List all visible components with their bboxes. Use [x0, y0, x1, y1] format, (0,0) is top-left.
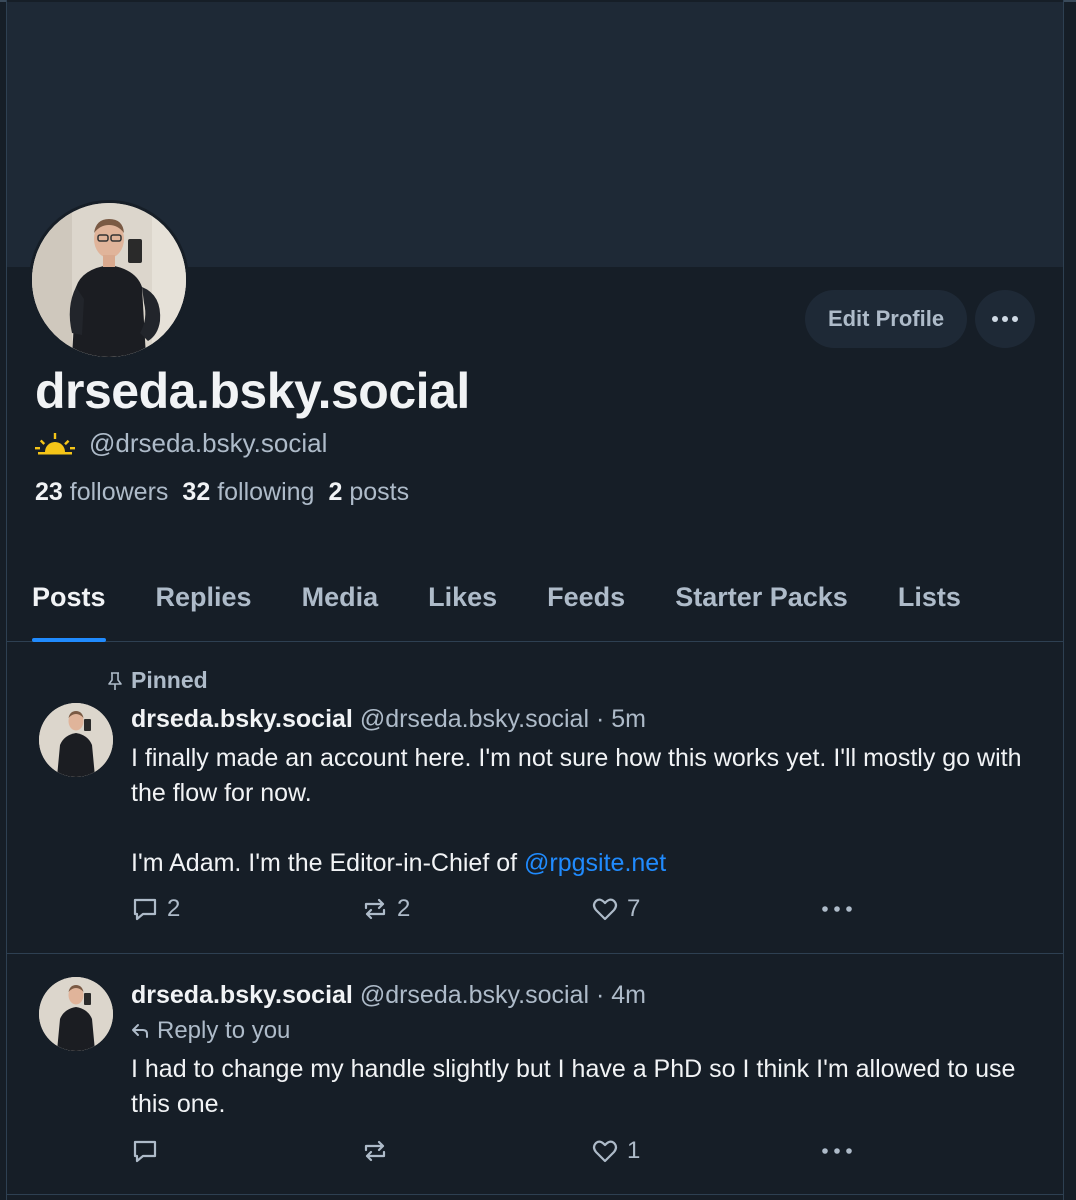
profile-handle-row: @drseda.bsky.social — [35, 428, 327, 459]
post-author-handle[interactable]: @drseda.bsky.social — [360, 705, 589, 733]
reply-to-label: Reply to you — [157, 1017, 291, 1044]
profile-display-name: drseda.bsky.social — [35, 363, 470, 419]
heart-icon — [591, 895, 619, 923]
reply-arrow-icon — [131, 1023, 149, 1039]
post-actions: 1 — [131, 1137, 871, 1171]
like-count: 7 — [627, 895, 641, 922]
repost-icon — [361, 1137, 389, 1165]
post-menu-button[interactable] — [821, 1147, 853, 1155]
reply-count: 2 — [167, 895, 181, 922]
followers-stat[interactable]: 23 followers — [35, 478, 168, 507]
edit-profile-button[interactable]: Edit Profile — [805, 290, 967, 348]
heart-icon — [591, 1137, 619, 1165]
tab-starter-packs[interactable]: Starter Packs — [650, 572, 873, 642]
profile-handle: @drseda.bsky.social — [89, 428, 328, 458]
post-author-avatar[interactable] — [39, 977, 113, 1051]
tab-media[interactable]: Media — [277, 572, 404, 642]
ellipsis-icon — [821, 905, 853, 913]
post-timestamp[interactable]: · 4m — [596, 981, 646, 1009]
profile-stats: 23 followers 32 following 2 posts — [35, 478, 409, 507]
post-author-avatar[interactable] — [39, 703, 113, 777]
pinned-label: Pinned — [131, 667, 208, 693]
post-text-paragraph: I finally made an account here. I'm not … — [131, 744, 1022, 807]
tab-replies[interactable]: Replies — [131, 572, 277, 642]
post-actions: 2 2 7 — [131, 895, 871, 929]
mention-link[interactable]: @rpgsite.net — [524, 849, 666, 877]
reply-button[interactable] — [131, 1137, 167, 1165]
posts-stat: 2 posts — [328, 478, 410, 506]
profile-column: Edit Profile drseda.bsky.social @drseda.… — [6, 0, 1064, 1200]
tab-likes[interactable]: Likes — [403, 572, 522, 642]
comment-icon — [131, 1137, 159, 1165]
post-author-handle[interactable]: @drseda.bsky.social — [360, 981, 589, 1009]
reply-context[interactable]: Reply to you — [131, 1017, 290, 1045]
like-button[interactable]: 7 — [591, 895, 640, 923]
repost-button[interactable]: 2 — [361, 895, 410, 923]
post-author-name[interactable]: drseda.bsky.social — [131, 705, 353, 733]
ellipsis-icon — [991, 315, 1019, 323]
repost-icon — [361, 895, 389, 923]
pinned-indicator: Pinned — [107, 667, 208, 694]
repost-count: 2 — [397, 895, 411, 922]
tab-feeds[interactable]: Feeds — [522, 572, 650, 642]
repost-button[interactable] — [361, 1137, 397, 1165]
profile-avatar[interactable] — [29, 200, 189, 360]
post-header: drseda.bsky.social @drseda.bsky.social ·… — [131, 981, 646, 1010]
app-frame: Edit Profile drseda.bsky.social @drseda.… — [0, 0, 1076, 1200]
pin-icon — [107, 671, 123, 691]
post-header: drseda.bsky.social @drseda.bsky.social ·… — [131, 705, 646, 734]
reply-button[interactable]: 2 — [131, 895, 180, 923]
like-count: 1 — [627, 1137, 641, 1164]
profile-tabs: Posts Replies Media Likes Feeds Starter … — [7, 572, 1063, 642]
feed-post[interactable]: Pinned drseda.bsky.social @drseda.bsky.s… — [7, 643, 1063, 954]
more-options-button[interactable] — [975, 290, 1035, 348]
feed-post[interactable]: drseda.bsky.social @drseda.bsky.social ·… — [7, 955, 1063, 1195]
tab-posts[interactable]: Posts — [7, 572, 131, 642]
post-menu-button[interactable] — [821, 905, 853, 913]
ellipsis-icon — [821, 1147, 853, 1155]
tab-lists[interactable]: Lists — [873, 572, 986, 642]
post-text-paragraph: I'm Adam. I'm the Editor-in-Chief of @rp… — [131, 849, 667, 877]
post-author-name[interactable]: drseda.bsky.social — [131, 981, 353, 1009]
active-tab-indicator — [32, 638, 106, 642]
post-text: I had to change my handle slightly but I… — [131, 1055, 1016, 1118]
following-stat[interactable]: 32 following — [182, 478, 314, 507]
like-button[interactable]: 1 — [591, 1137, 640, 1165]
comment-icon — [131, 895, 159, 923]
sunrise-icon — [35, 432, 75, 456]
post-timestamp[interactable]: · 5m — [596, 705, 646, 733]
post-text: I finally made an account here. I'm not … — [131, 741, 1041, 881]
